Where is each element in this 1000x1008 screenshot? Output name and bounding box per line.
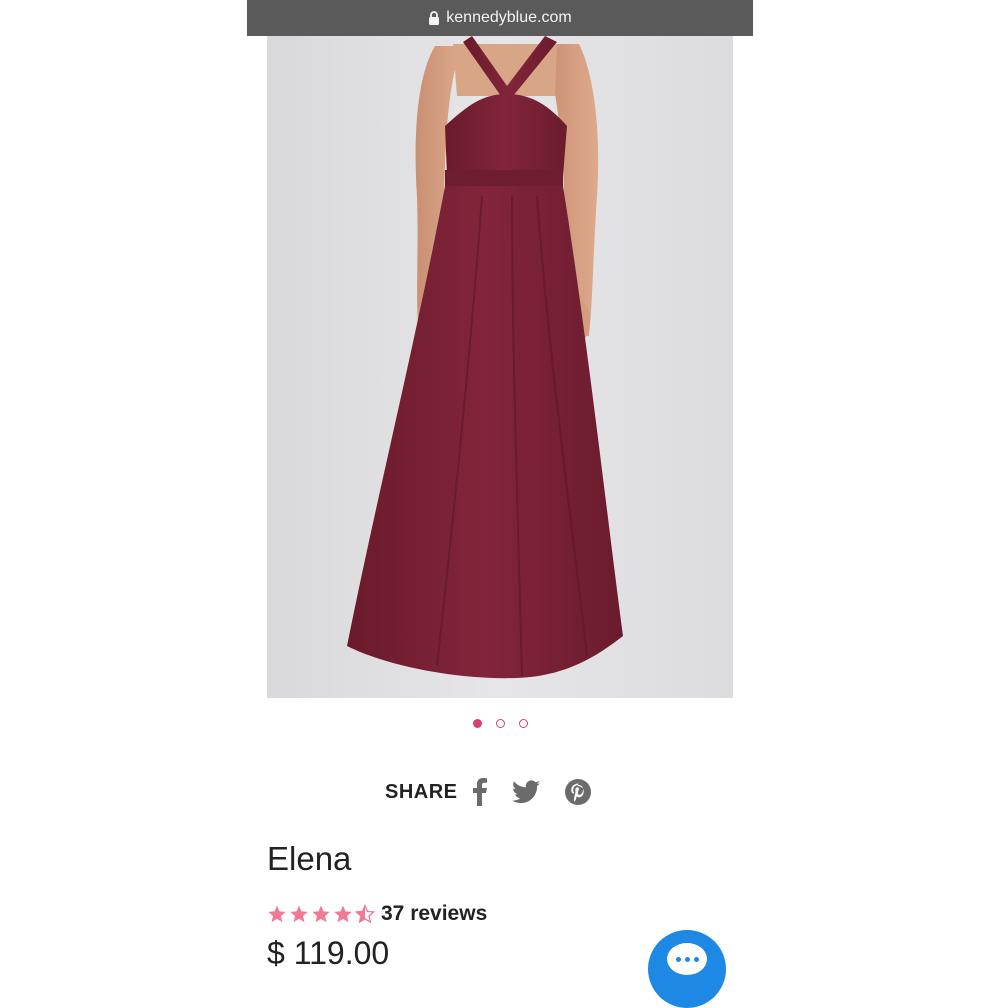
chat-button[interactable] xyxy=(648,930,726,1008)
reviews-link[interactable]: 37 reviews xyxy=(381,902,487,926)
url-text: kennedyblue.com xyxy=(446,9,572,26)
pinterest-icon[interactable] xyxy=(564,778,592,806)
share-bar: SHARE xyxy=(385,772,616,812)
product-rating[interactable]: 37 reviews xyxy=(267,900,487,928)
url-bar[interactable]: kennedyblue.com xyxy=(247,0,753,36)
star-full-icon xyxy=(334,905,352,923)
dress-illustration xyxy=(347,36,623,679)
product-price: $ 119.00 xyxy=(267,935,390,971)
product-image[interactable] xyxy=(267,36,733,698)
star-full-icon xyxy=(290,905,308,923)
carousel-dot-3[interactable] xyxy=(518,719,528,728)
twitter-icon[interactable] xyxy=(511,780,540,804)
star-full-icon xyxy=(268,905,286,923)
product-title: Elena xyxy=(267,840,352,877)
carousel-dots xyxy=(0,719,1000,733)
chat-icon xyxy=(667,943,707,975)
carousel-dot-2[interactable] xyxy=(495,719,505,728)
carousel-dot-1[interactable] xyxy=(472,719,482,728)
rating-stars xyxy=(267,904,377,924)
facebook-icon[interactable] xyxy=(472,778,488,806)
star-full-icon xyxy=(312,905,330,923)
star-half-icon xyxy=(355,904,375,924)
lock-icon xyxy=(429,11,440,25)
share-label: SHARE xyxy=(385,780,458,803)
